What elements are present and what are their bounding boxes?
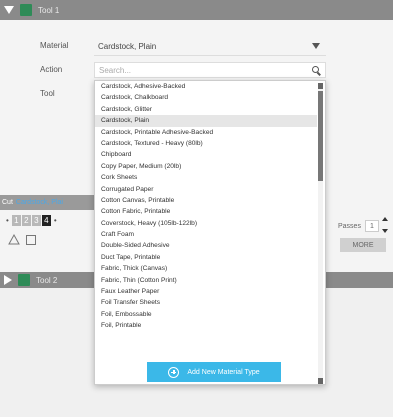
cut-shapes <box>8 234 36 245</box>
add-circle-icon <box>168 366 180 378</box>
material-select[interactable]: Cardstock, Plain <box>94 38 326 56</box>
tool2-title: Tool 2 <box>36 275 58 285</box>
add-material-label: Add New Material Type <box>187 368 260 376</box>
material-option[interactable]: Fabric, Thin (Cotton Print) <box>95 275 317 286</box>
material-select-value: Cardstock, Plain <box>98 42 157 51</box>
material-option[interactable]: Cardstock, Adhesive-Backed <box>95 81 317 92</box>
material-option[interactable]: Cork Sheets <box>95 172 317 183</box>
material-option[interactable]: Chipboard <box>95 149 317 160</box>
material-option[interactable]: Cardstock, Textured - Heavy (80lb) <box>95 138 317 149</box>
cut-material-bar[interactable]: Cut Cardstock, Plai <box>0 195 100 210</box>
material-option[interactable]: Duct Tape, Printable <box>95 252 317 263</box>
cut-prefix: Cut <box>2 199 13 206</box>
dropdown-scrollbar[interactable] <box>318 83 323 384</box>
add-material-button[interactable]: Add New Material Type <box>147 362 281 382</box>
tool2-color-swatch <box>18 274 30 286</box>
expand-triangle-icon[interactable] <box>4 275 12 285</box>
tool-label: Tool <box>40 89 55 98</box>
material-option[interactable]: Cardstock, Plain <box>95 115 317 127</box>
material-option[interactable]: Cardstock, Printable Adhesive-Backed <box>95 127 317 138</box>
material-dropdown: Cardstock, Adhesive-Backed Cardstock, Cha… <box>94 80 326 385</box>
material-option[interactable]: Copy Paper, Medium (20lb) <box>95 161 317 172</box>
material-option[interactable]: Craft Foam <box>95 229 317 240</box>
sequence-number[interactable]: 2 <box>21 215 31 226</box>
material-option[interactable]: Coverstock, Heavy (105lb-122lb) <box>95 218 317 229</box>
material-option[interactable]: Fabric, Thick (Canvas) <box>95 263 317 274</box>
passes-label: Passes <box>338 222 361 230</box>
tool1-color-swatch <box>20 4 32 16</box>
material-option[interactable]: Cardstock, Chalkboard <box>95 92 317 103</box>
material-option[interactable]: Double-Sided Adhesive <box>95 240 317 251</box>
more-button[interactable]: MORE <box>340 238 386 252</box>
passes-control: Passes 1 <box>338 220 379 232</box>
material-option[interactable]: Cotton Canvas, Printable <box>95 195 317 206</box>
material-option[interactable]: Faux Leather Paper <box>95 286 317 297</box>
passes-stepper[interactable] <box>382 217 388 233</box>
material-option[interactable]: Foil Transfer Sheets <box>95 297 317 308</box>
search-icon[interactable] <box>312 66 319 73</box>
sequence-left-arrow-icon[interactable]: • <box>6 216 9 225</box>
material-option[interactable]: Foil, Embossable <box>95 309 317 320</box>
chevron-down-icon[interactable] <box>312 43 320 49</box>
tool1-header[interactable]: Tool 1 <box>0 0 393 20</box>
action-label: Action <box>40 65 63 74</box>
tool1-title: Tool 1 <box>38 5 60 15</box>
passes-input[interactable]: 1 <box>364 220 379 232</box>
stepper-up-icon[interactable] <box>382 217 388 221</box>
scroll-thumb[interactable] <box>318 91 323 181</box>
sequence-right-arrow-icon[interactable]: • <box>54 216 57 225</box>
cut-material-name: Cardstock, Plai <box>15 199 63 206</box>
cut-sequence[interactable]: • 1 2 3 4 • <box>6 215 57 226</box>
sequence-number[interactable]: 3 <box>31 215 41 226</box>
material-option[interactable]: Cotton Fabric, Printable <box>95 206 317 217</box>
sequence-number-active[interactable]: 4 <box>41 215 51 226</box>
stepper-down-icon[interactable] <box>382 229 388 233</box>
scroll-down-icon[interactable] <box>318 378 323 384</box>
scroll-up-icon[interactable] <box>318 83 323 89</box>
triangle-outline-icon[interactable] <box>8 234 20 245</box>
material-label: Material <box>40 41 69 50</box>
collapse-triangle-icon[interactable] <box>4 6 14 14</box>
sequence-number[interactable]: 1 <box>11 215 21 226</box>
material-option[interactable]: Foil, Printable <box>95 320 317 331</box>
square-outline-icon[interactable] <box>26 234 36 245</box>
material-list: Cardstock, Adhesive-Backed Cardstock, Cha… <box>95 81 317 332</box>
material-option[interactable]: Corrugated Paper <box>95 184 317 195</box>
material-option[interactable]: Cardstock, Glitter <box>95 104 317 115</box>
search-placeholder: Search... <box>99 65 132 75</box>
search-input[interactable]: Search... <box>94 62 326 78</box>
